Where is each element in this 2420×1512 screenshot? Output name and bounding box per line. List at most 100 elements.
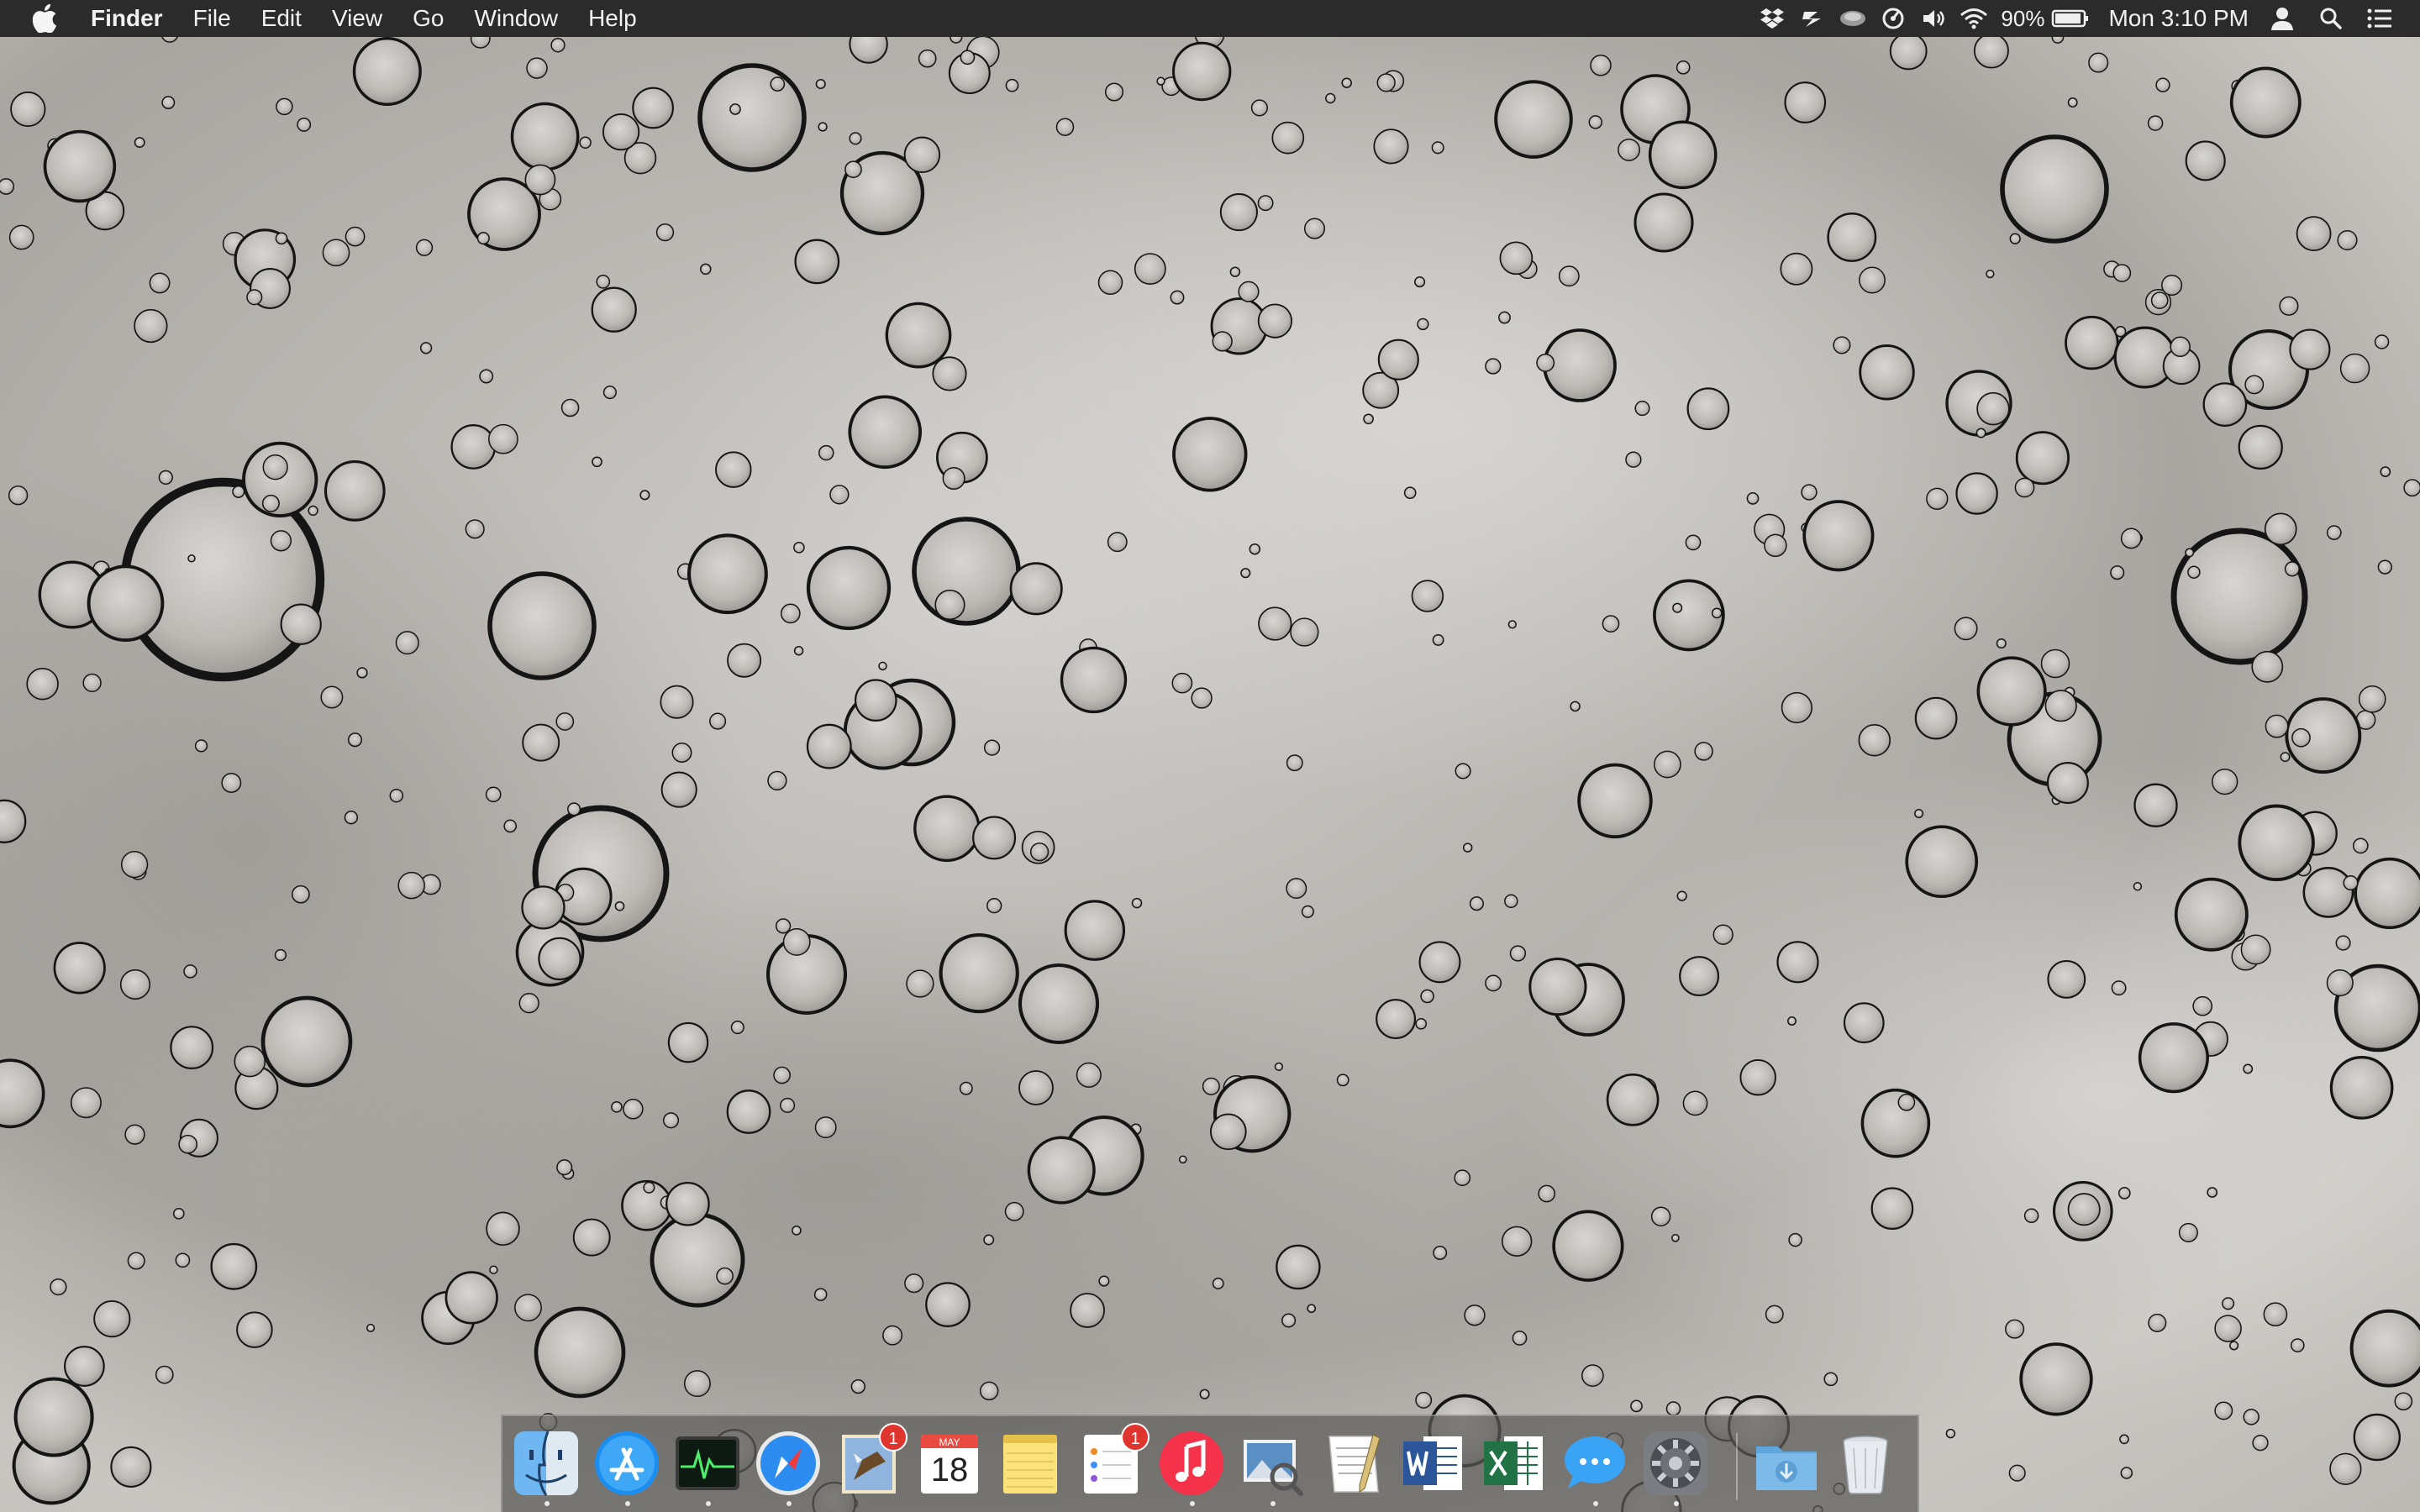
raindrop [1764,533,1787,558]
raindrop [8,486,29,506]
raindrop [1634,192,1694,253]
raindrop [1485,974,1502,992]
raindrop [2229,1341,2239,1351]
raindrop [1212,331,1233,352]
raindrop [246,289,263,306]
raindrop [1286,878,1307,900]
raindrop [666,1181,710,1226]
dropbox-icon[interactable] [1757,3,1787,34]
raindrop [815,78,826,90]
menu-clock[interactable]: Mon 3:10 PM [2108,5,2249,32]
app-menu-finder[interactable]: Finder [91,5,163,32]
raindrop [345,226,366,247]
raindrop [489,1265,498,1274]
dock-notes[interactable] [995,1428,1065,1499]
raindrop [912,517,1021,626]
raindrop [1694,742,1713,761]
menu-window[interactable]: Window [474,5,558,32]
drive-icon[interactable] [1838,3,1868,34]
dock-preview[interactable] [1237,1428,1307,1499]
dock-safari[interactable] [753,1428,823,1499]
raindrop [50,1278,67,1296]
dock-messages[interactable] [1560,1428,1630,1499]
raindrop [93,1299,131,1338]
raindrop [1859,266,1886,294]
dock-excel[interactable] [1479,1428,1549,1499]
raindrop [522,723,560,762]
menu-view[interactable]: View [332,5,382,32]
raindrop [715,451,752,488]
dock-calendar[interactable]: MAY 18 [914,1428,985,1499]
raindrop [518,993,539,1014]
dock-textedit[interactable] [1318,1428,1388,1499]
battery-percentage[interactable]: 90% [2001,6,2044,32]
running-indicator [1674,1501,1679,1506]
raindrop [1191,687,1213,709]
raindrop [158,470,173,486]
dock-word[interactable] [1398,1428,1469,1499]
raindrop [110,1446,152,1488]
raindrop [308,505,318,517]
dock-downloads[interactable] [1751,1428,1822,1499]
raindrop [2354,857,2420,930]
raindrop [1858,723,1891,757]
downloads-folder-icon [1756,1446,1817,1490]
spotlight-search-icon[interactable] [2316,3,2346,34]
raindrop [2229,66,2302,139]
raindrop [236,1311,273,1348]
menu-help[interactable]: Help [588,5,637,32]
sync-icon[interactable] [1878,3,1908,34]
raindrop [572,1218,611,1257]
menu-file[interactable]: File [193,5,231,32]
raindrop [960,50,976,66]
raindrop [1676,890,1687,901]
menu-edit[interactable]: Edit [261,5,302,32]
raindrop [793,541,805,554]
raindrop [934,589,965,621]
reminders-badge: 1 [1121,1423,1150,1452]
dock-activity-monitor[interactable] [672,1428,743,1499]
dock-system-preferences[interactable] [1640,1428,1711,1499]
raindrop [885,302,952,369]
wifi-icon[interactable] [1959,3,1989,34]
dock-reminders[interactable]: 1 [1076,1423,1150,1499]
raindrop [2335,935,2351,951]
raindrop [2067,1193,2101,1226]
raindrop [855,679,897,722]
user-icon[interactable] [2267,3,2297,34]
raindrop [2279,296,2299,316]
dock-app-store[interactable] [592,1428,662,1499]
raindrop [660,771,697,808]
raindrop [2000,134,2109,244]
raindrop [1914,808,1924,819]
raindrop [1403,486,1417,500]
dock-finder[interactable] [511,1428,581,1499]
dock-mail[interactable]: 1 [834,1423,908,1499]
battery-icon[interactable] [2051,3,2090,34]
raindrop [2214,1315,2242,1342]
raindrop [2290,1338,2305,1352]
evernote-icon[interactable] [1797,3,1828,34]
raindrop [1665,1401,1681,1416]
raindrop [8,224,34,250]
raindrop [1415,1017,1428,1030]
raindrop [82,673,102,693]
raindrop [1512,1331,1528,1346]
volume-icon[interactable] [1918,3,1949,34]
dock-itunes[interactable] [1156,1428,1227,1499]
calendar-day: 18 [930,1452,969,1488]
raindrop [242,441,318,518]
raindrop [2023,1208,2039,1224]
raindrop [524,164,556,196]
desktop[interactable]: Finder File Edit View Go Window Help 90%… [0,0,2420,1512]
dock-trash[interactable] [1830,1428,1901,1499]
notification-center-icon[interactable] [2365,3,2395,34]
raindrop [465,519,485,539]
menu-go[interactable]: Go [413,5,444,32]
raindrop [2240,934,2271,965]
raindrop [1431,141,1444,155]
apple-menu-icon[interactable] [30,2,59,35]
raindrop [1257,195,1274,212]
raindrop [1009,562,1063,616]
raindrop [124,1124,145,1145]
